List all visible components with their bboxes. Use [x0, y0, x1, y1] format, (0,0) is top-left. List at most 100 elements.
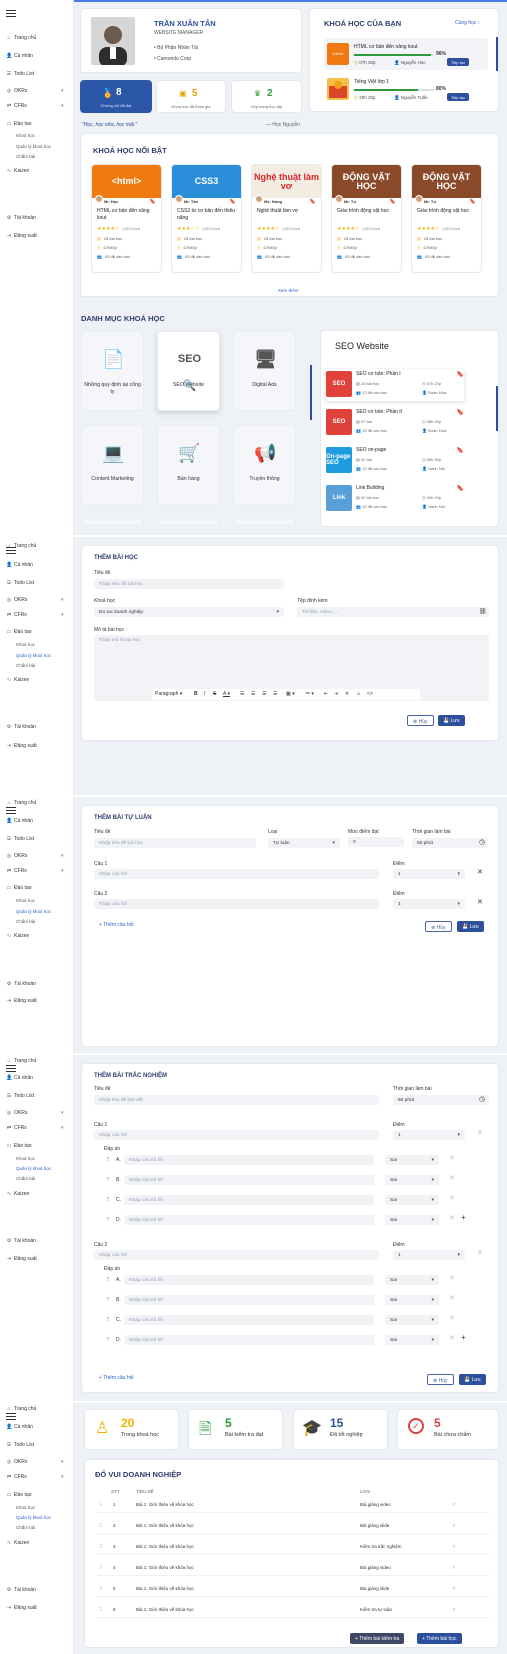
bookmark-icon[interactable]: 🔖 — [457, 371, 464, 378]
sidebar-item-kaizen[interactable]: ∿ Kaizen — [6, 1540, 29, 1546]
sidebar-item-training[interactable]: ▭ Đào tạo — [6, 1143, 32, 1149]
outdent-icon[interactable]: ⇥ — [334, 691, 338, 697]
question-input[interactable]: Nhập câu hỏi — [94, 1250, 379, 1260]
sidebar-item-home[interactable]: ⌂ Trang chủ — [6, 800, 36, 806]
remove-question-icon[interactable]: ✕ — [477, 1249, 483, 1257]
cancel-button[interactable]: ⊗ Hủy — [425, 921, 452, 932]
strikethrough-icon[interactable]: S — [213, 691, 216, 697]
bookmark-icon[interactable]: 🔖 — [457, 485, 464, 492]
bookmark-icon[interactable]: 🔖 — [457, 447, 464, 454]
drag-handle-icon[interactable]: ⠿ — [99, 1523, 102, 1529]
sidebar-subitem[interactable]: Quản lý khoá học — [16, 909, 51, 914]
menu-toggle-icon[interactable] — [6, 807, 16, 814]
answer-input[interactable]: Nhập câu trả lời — [124, 1275, 374, 1285]
seo-course-item[interactable]: SEO SEO cơ bản: Phần II 🔖 ▤ 07 bài ◷ 08h… — [326, 407, 464, 439]
seo-course-item[interactable]: Link Link Building 🔖 ▤ 02 bài học ◷ 03h … — [326, 483, 464, 515]
correctness-select[interactable]: Sai — [385, 1315, 439, 1325]
category-tile-partial[interactable] — [81, 518, 144, 526]
link-icon[interactable]: ⛓ — [479, 608, 487, 615]
category-tile-partial[interactable] — [157, 518, 220, 526]
drag-handle-icon[interactable]: ⠿ — [99, 1607, 102, 1613]
remove-answer-icon[interactable]: ✕ — [449, 1174, 455, 1182]
drag-handle-icon[interactable]: ⠿ — [99, 1544, 102, 1550]
sidebar-subitem[interactable]: Quản lý khoá học — [16, 1166, 51, 1171]
italic-icon[interactable]: I — [204, 691, 205, 697]
save-button[interactable]: 💾 Lưu — [438, 715, 465, 726]
sidebar-item-cfrs[interactable]: ⇄ CFRs ▾ — [6, 612, 64, 618]
featured-course-card[interactable]: CSS3 Mr. Tân 🔖 CSS3 từ cơ bản đến thiêu … — [171, 164, 242, 273]
featured-course-card[interactable]: ĐỘNG VẬT HỌC Mr. Tứ 🔖 Giáo trình động vậ… — [331, 164, 402, 273]
remove-answer-icon[interactable]: ✕ — [449, 1294, 455, 1302]
sidebar-item-training[interactable]: ▭ Đào tạo — [6, 629, 32, 635]
continue-button[interactable]: Tiếp tục — [447, 93, 470, 101]
sidebar-item-account[interactable]: ⚙ Tài khoản — [6, 1238, 36, 1244]
sidebar-subitem[interactable]: Chấm bài — [16, 919, 35, 924]
time-input[interactable]: 60 phút — [412, 838, 488, 848]
title-input[interactable]: Nhập tiêu đề bài viết — [94, 1095, 379, 1105]
correctness-select[interactable]: Sai — [385, 1275, 439, 1285]
bookmark-icon[interactable]: 🔖 — [470, 199, 476, 205]
bookmark-icon[interactable]: 🔖 — [457, 409, 464, 416]
sidebar-item-logout[interactable]: ⇥ Đăng xuất — [6, 233, 37, 239]
my-courses-scrollbar[interactable] — [496, 37, 498, 71]
file-input[interactable]: Tài liệu, video, ... — [297, 607, 489, 617]
sidebar-item-okrs[interactable]: ◎ OKRs ▾ — [6, 597, 64, 603]
question-input[interactable]: Nhập câu hỏi — [94, 869, 379, 879]
sidebar-item-kaizen[interactable]: ∿ Kaizen — [6, 168, 29, 174]
correctness-select[interactable]: Sai — [385, 1335, 439, 1345]
sidebar-item-account[interactable]: ⚙ Tài khoản — [6, 981, 36, 987]
menu-toggle-icon[interactable] — [6, 10, 16, 17]
answer-input[interactable]: Nhập câu trả lời — [124, 1295, 374, 1305]
my-course-item[interactable]: <html> HTML cơ bản đến nâng kout 96% ◷ 0… — [324, 38, 488, 70]
remove-answer-icon[interactable]: ✕ — [449, 1214, 455, 1222]
delete-icon[interactable]: ✕ — [452, 1607, 456, 1613]
answer-input[interactable]: Nhập câu trả lời — [124, 1315, 374, 1325]
sidebar-item-account[interactable]: ⚙ Tài khoản — [6, 724, 36, 730]
drag-handle-icon[interactable]: ⠿ — [106, 1297, 110, 1303]
featured-course-card[interactable]: ĐỘNG VẬT HỌC Mr. Tứ 🔖 Giáo trình động vậ… — [411, 164, 482, 273]
sidebar-item-okrs[interactable]: ◎ OKRs ▾ — [6, 853, 64, 859]
delete-icon[interactable]: ✕ — [452, 1565, 456, 1571]
drag-handle-icon[interactable]: ⠿ — [106, 1157, 110, 1163]
question-input[interactable]: Nhập câu hỏi — [94, 899, 379, 909]
emoji-icon[interactable]: ☺ — [356, 691, 361, 697]
answer-input[interactable]: Nhập câu trả lời — [124, 1195, 374, 1205]
my-course-item[interactable]: Tiếng Việt lớp 1 80% ◷ 20h 20p 👤 Nguyễn … — [324, 73, 488, 105]
drag-handle-icon[interactable]: ⠿ — [99, 1502, 102, 1508]
sidebar-item-home[interactable]: ⌂ Trang chủ — [6, 35, 36, 41]
sidebar-subitem[interactable]: Chấm bài — [16, 1525, 35, 1530]
bookmark-icon[interactable]: 🔖 — [150, 199, 156, 205]
title-input[interactable]: Nhập tiêu đề bài học — [94, 579, 284, 589]
sidebar-subitem[interactable]: Khoá học — [16, 1505, 35, 1510]
sidebar-item-personal[interactable]: 👤 Cá nhân — [6, 1424, 33, 1430]
sidebar-subitem[interactable]: Khoá học — [16, 642, 35, 647]
text-color-icon[interactable]: A ▾ — [223, 691, 230, 697]
correctness-select[interactable]: Sai — [385, 1295, 439, 1305]
sidebar-item-personal[interactable]: 👤 Cá nhân — [6, 818, 33, 824]
align-center-icon[interactable]: ☰ — [251, 691, 255, 697]
remove-answer-icon[interactable]: ✕ — [449, 1314, 455, 1322]
sidebar-item-logout[interactable]: ⇥ Đăng xuất — [6, 743, 37, 749]
add-lesson-button[interactable]: + Thêm bài học — [417, 1633, 462, 1644]
type-select[interactable]: Tự luận — [268, 838, 340, 848]
drag-handle-icon[interactable]: ⠿ — [99, 1565, 102, 1571]
sidebar-item-account[interactable]: ⚙ Tài khoản — [6, 215, 36, 221]
sidebar-item-logout[interactable]: ⇥ Đăng xuất — [6, 1605, 37, 1611]
drag-handle-icon[interactable]: ⠿ — [106, 1337, 110, 1343]
remove-answer-icon[interactable]: ✕ — [449, 1154, 455, 1162]
score-input[interactable]: 0 — [348, 837, 404, 847]
sidebar-item-home[interactable]: ⌂ Trang chủ — [6, 543, 36, 549]
continue-button[interactable]: Tiếp tục — [447, 58, 470, 66]
correctness-select[interactable]: Sai — [385, 1215, 439, 1225]
course-select[interactable]: Đo sui doanh nghiệp — [94, 607, 284, 617]
category-tile-partial[interactable] — [233, 518, 296, 526]
add-answer-icon[interactable]: + — [461, 1213, 466, 1222]
point-select[interactable]: 1 — [393, 869, 465, 879]
point-select[interactable]: 1 — [393, 1250, 465, 1260]
question-input[interactable]: Nhập câu hỏi — [94, 1130, 379, 1140]
answer-input[interactable]: Nhập câu trả lời — [124, 1175, 374, 1185]
sidebar-item-account[interactable]: ⚙ Tài khoản — [6, 1587, 36, 1593]
sidebar-item-home[interactable]: ⌂ Trang chủ — [6, 1406, 36, 1412]
drag-handle-icon[interactable]: ⠿ — [106, 1217, 110, 1223]
sidebar-subitem[interactable]: Chấm bài — [16, 1176, 35, 1181]
